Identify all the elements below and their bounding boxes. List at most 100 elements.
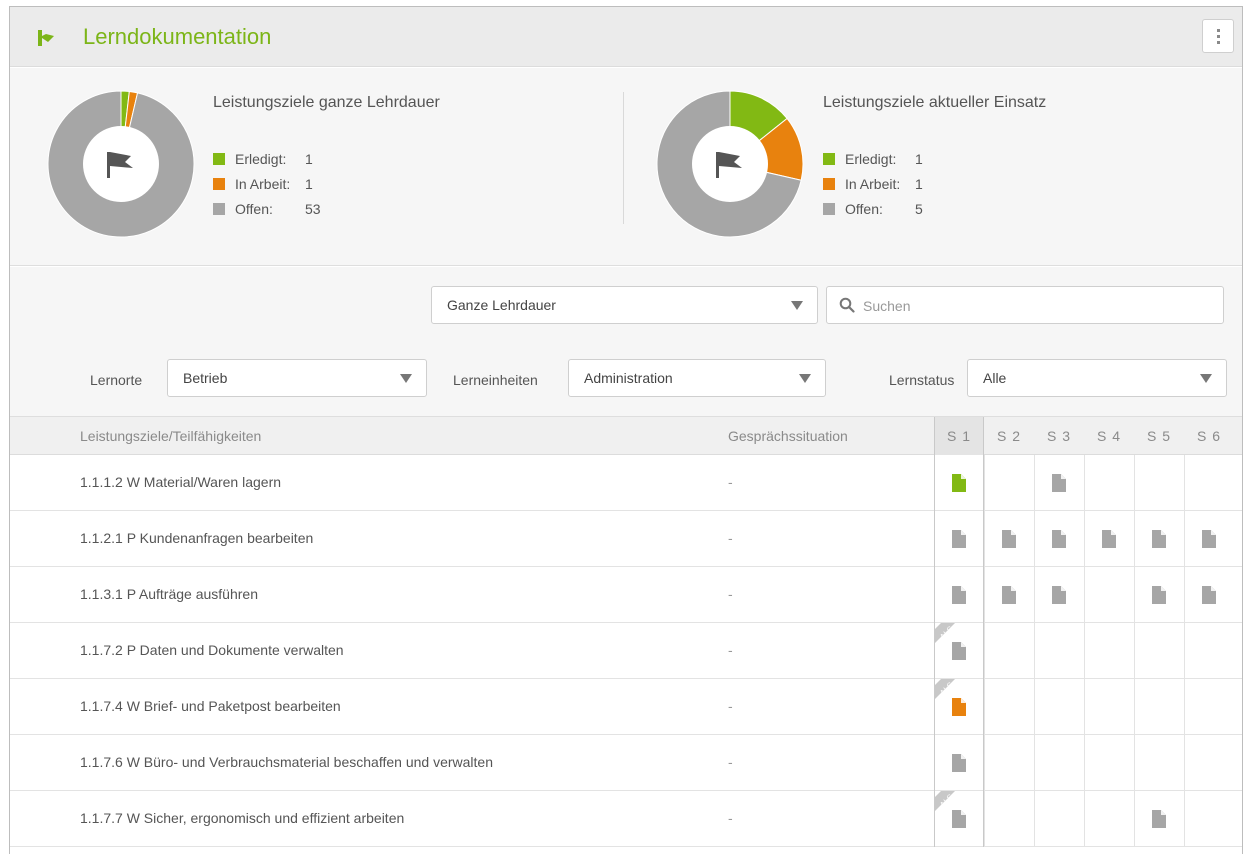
semester-cell-1[interactable] [934,455,984,511]
semester-cell-4[interactable] [1084,679,1134,735]
legend-label: In Arbeit: [235,175,291,192]
semester-cell-2[interactable] [984,567,1034,623]
goal-title: 1.1.7.4 W Brief- und Paketpost bearbeite… [80,698,341,714]
semester-cell-1[interactable] [934,735,984,791]
semester-cell-4[interactable] [1084,735,1134,791]
menu-button[interactable] [1202,19,1234,53]
semester-cell-4[interactable] [1084,623,1134,679]
table-row[interactable]: 1.1.7.4 W Brief- und Paketpost bearbeite… [10,679,1242,735]
table-row[interactable]: 1.1.7.7 W Sicher, ergonomisch und effizi… [10,791,1242,847]
table-row[interactable]: 1.1.3.1 P Aufträge ausführen - [10,567,1242,623]
table-row[interactable]: 1.1.7.2 P Daten und Dokumente verwalten -… [10,623,1242,679]
semester-cell-5[interactable] [1134,623,1184,679]
document-icon [1202,586,1216,604]
dropdown-arrow-icon [1200,374,1212,383]
lernstatus-label: Lernstatus [889,372,955,388]
semester-cell-6[interactable] [1184,623,1234,679]
legend-row-progress: In Arbeit: 1 [213,171,321,196]
search-icon [839,297,855,313]
semester-header-5[interactable]: S 5 [1134,417,1184,455]
semester-cell-3[interactable] [1034,623,1084,679]
semester-cell-2[interactable] [984,679,1034,735]
document-icon [1002,586,1016,604]
goal-title: 1.1.7.2 P Daten und Dokumente verwalten [80,642,344,658]
semester-cell-2[interactable] [984,511,1034,567]
goal-title: 1.1.7.7 W Sicher, ergonomisch und effizi… [80,810,405,826]
document-icon [1102,530,1116,548]
period-select[interactable]: Ganze Lehrdauer [431,286,818,324]
document-icon [1152,586,1166,604]
legend-value: 5 [915,200,923,217]
search-input[interactable] [863,295,1213,317]
lernstatus-select[interactable]: Alle [967,359,1227,397]
lernstatus-select-value: Alle [983,370,1007,386]
legend-value: 1 [305,150,313,167]
semester-cell-5[interactable] [1134,679,1184,735]
semester-cell-6[interactable] [1184,735,1234,791]
semester-header-6[interactable]: S 6 [1184,417,1234,455]
semester-header-3[interactable]: S 3 [1034,417,1084,455]
lernorte-select-value: Betrieb [183,370,228,386]
semester-cell-5[interactable] [1134,455,1184,511]
document-icon [952,586,966,604]
semester-cell-5[interactable] [1134,567,1184,623]
semester-cell-3[interactable] [1034,735,1084,791]
semester-header-2[interactable]: S 2 [984,417,1034,455]
semester-cell-5[interactable] [1134,735,1184,791]
situation-value: - [728,754,733,770]
semester-cell-2[interactable] [984,623,1034,679]
semester-cell-4[interactable] [1084,455,1134,511]
semester-cell-6[interactable] [1184,511,1234,567]
search-box[interactable] [826,286,1224,324]
legend-row-open: Offen: 5 [823,196,923,221]
lerneinheiten-label: Lerneinheiten [453,372,538,388]
swatch-open [823,202,835,215]
semester-cell-2[interactable] [984,735,1034,791]
table-row[interactable]: 1.1.2.1 P Kundenanfragen bearbeiten - [10,511,1242,567]
semester-cell-3[interactable] [1034,679,1084,735]
situation-value: - [728,642,733,658]
semester-cell-2[interactable] [984,791,1034,847]
document-icon [952,754,966,772]
semester-cell-1[interactable]: ALS [934,791,984,847]
dropdown-arrow-icon [400,374,412,383]
semester-header-1[interactable]: S 1 [934,417,984,455]
table-row[interactable]: 1.1.1.2 W Material/Waren lagern - [10,455,1242,511]
legend-value: 1 [305,175,313,192]
semester-cell-3[interactable] [1034,567,1084,623]
semester-cell-5[interactable] [1134,511,1184,567]
goals-table: Leistungsziele/Teilfähigkeiten Gesprächs… [10,417,1242,847]
semester-cell-2[interactable] [984,455,1034,511]
document-icon [952,698,966,716]
lernorte-select[interactable]: Betrieb [167,359,427,397]
semester-cell-4[interactable] [1084,511,1134,567]
page-title: Lerndokumentation [83,24,272,49]
semester-cell-1[interactable]: ALS [934,679,984,735]
swatch-progress [213,177,225,190]
semester-cell-3[interactable] [1034,511,1084,567]
dropdown-arrow-icon [799,374,811,383]
goal-title: 1.1.7.6 W Büro- und Verbrauchsmaterial b… [80,754,493,770]
semester-cell-4[interactable] [1084,567,1134,623]
semester-cell-1[interactable] [934,511,984,567]
semester-cell-3[interactable] [1034,791,1084,847]
semester-cell-3[interactable] [1034,455,1084,511]
legend-current: Erledigt: 1 In Arbeit: 1 Offen: 5 [823,146,923,221]
semester-cell-1[interactable]: ALS [934,623,984,679]
table-header: Leistungsziele/Teilfähigkeiten Gesprächs… [10,417,1242,455]
donut-chart-total [47,90,195,238]
semester-cell-1[interactable] [934,567,984,623]
semester-cell-6[interactable] [1184,567,1234,623]
stat-title-total: Leistungsziele ganze Lehrdauer [213,94,440,111]
semester-header-4[interactable]: S 4 [1084,417,1134,455]
semester-cell-6[interactable] [1184,679,1234,735]
table-row[interactable]: 1.1.7.6 W Büro- und Verbrauchsmaterial b… [10,735,1242,791]
semester-cell-6[interactable] [1184,791,1234,847]
goal-title: 1.1.2.1 P Kundenanfragen bearbeiten [80,530,314,546]
lerneinheiten-select-value: Administration [584,370,673,386]
semester-cell-5[interactable] [1134,791,1184,847]
semester-cell-6[interactable] [1184,455,1234,511]
document-icon [1052,586,1066,604]
lerneinheiten-select[interactable]: Administration [568,359,826,397]
semester-cell-4[interactable] [1084,791,1134,847]
